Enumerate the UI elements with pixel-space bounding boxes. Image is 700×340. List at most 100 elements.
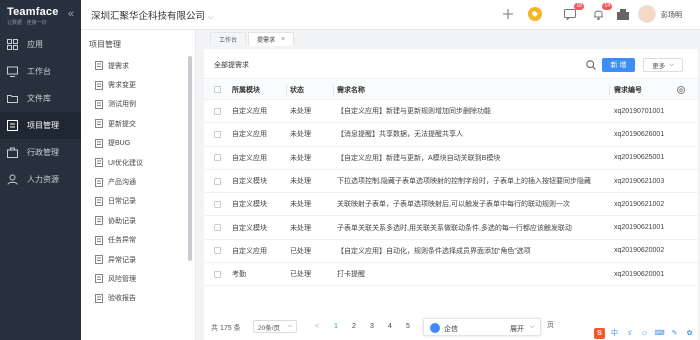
- bell-icon[interactable]: 14: [589, 3, 612, 23]
- row-checkbox[interactable]: [214, 170, 222, 192]
- header-status[interactable]: 状态: [290, 80, 334, 99]
- checkbox[interactable]: [214, 270, 221, 278]
- qixin-chat-bar[interactable]: 企信 展开 ⌵: [423, 318, 541, 336]
- company-name: 深圳汇聚华企科技有限公司: [91, 11, 206, 22]
- header-name[interactable]: 需求名称: [337, 80, 609, 99]
- cell-name[interactable]: 关联映射子表单，子表单选项映射后,可以触发子表单中每行的联动规则一次: [337, 193, 609, 215]
- sub-item-assist[interactable]: 协助记录: [81, 211, 195, 230]
- tab-workbench[interactable]: 工作台: [210, 32, 247, 46]
- org-icon[interactable]: [614, 5, 632, 23]
- nav-item-files[interactable]: 文件库: [0, 85, 81, 112]
- table-row[interactable]: 自定义模块 未处理 关联映射子表单，子表单选项映射后,可以触发子表单中每行的联动…: [204, 193, 698, 217]
- nav-item-admin[interactable]: 行政管理: [0, 139, 81, 166]
- row-checkbox[interactable]: [214, 216, 222, 238]
- header-module[interactable]: 所属模块: [232, 80, 286, 99]
- search-icon[interactable]: [586, 60, 596, 72]
- cell-module: 自定义应用: [232, 131, 267, 139]
- sub-item-label: 测试用例: [108, 101, 136, 109]
- collapse-nav-icon[interactable]: «: [68, 8, 74, 20]
- prev-page-button[interactable]: <: [315, 323, 319, 330]
- cell-name[interactable]: 【自定义应用】新建与更新规则增加同步删除功能: [337, 100, 609, 122]
- message-icon[interactable]: 18: [561, 3, 584, 23]
- sub-item-product[interactable]: 产品沟通: [81, 172, 195, 191]
- cell-name[interactable]: 【自定义应用】自动化，规则条件选择成员界面添加“角色”选项: [337, 240, 609, 262]
- user-name[interactable]: 彭场明: [661, 10, 682, 20]
- page-4[interactable]: 4: [388, 323, 392, 330]
- checkbox[interactable]: [214, 200, 221, 208]
- page-2[interactable]: 2: [352, 323, 356, 330]
- ime-keyboard-icon[interactable]: ⌨: [654, 328, 665, 339]
- select-all-checkbox[interactable]: [214, 80, 222, 99]
- table-row[interactable]: 自定义应用 已处理 【自定义应用】自动化，规则条件选择成员界面添加“角色”选项 …: [204, 240, 698, 264]
- cell-name[interactable]: 【消息提醒】共享数据，无法提醒共享人: [337, 123, 609, 145]
- checkbox[interactable]: [214, 247, 221, 255]
- add-icon[interactable]: [499, 5, 517, 23]
- expand-button[interactable]: 展开: [510, 324, 524, 334]
- nav-item-project[interactable]: 项目管理: [0, 112, 81, 139]
- table-row[interactable]: 考勤 已处理 打卡提醒 xq20190620001: [204, 263, 698, 287]
- sub-item-update[interactable]: 更新提交: [81, 114, 195, 133]
- company-switcher[interactable]: 深圳汇聚华企科技有限公司 ⌵: [91, 8, 213, 22]
- cell-name[interactable]: 【自定义应用】新建与更新，A模块自动关联到B模块: [337, 147, 609, 169]
- document-icon: [95, 177, 104, 187]
- nav-item-apps[interactable]: 应用: [0, 31, 81, 58]
- table-row[interactable]: 自定义应用 未处理 【自定义应用】新建与更新规则增加同步删除功能 xq20190…: [204, 100, 698, 124]
- cell-name[interactable]: 子表单关联关系多选时,用关联关系做联动条件,多选的每一行都应该触发联动: [337, 216, 609, 238]
- sub-item-bug[interactable]: 提BUG: [81, 134, 195, 153]
- checkbox[interactable]: [214, 177, 221, 185]
- nav-item-workbench[interactable]: 工作台: [0, 58, 81, 85]
- table-row[interactable]: 自定义应用 未处理 【自定义应用】新建与更新，A模块自动关联到B模块 xq201…: [204, 147, 698, 170]
- row-checkbox[interactable]: [214, 147, 222, 169]
- cell-number: xq20190625001: [614, 154, 665, 162]
- ime-punct-icon[interactable]: ゞ: [624, 328, 635, 339]
- ime-mode[interactable]: 中: [609, 328, 620, 339]
- page-5[interactable]: 5: [406, 323, 410, 330]
- message-badge: 18: [574, 3, 584, 10]
- row-checkbox[interactable]: [214, 263, 222, 285]
- sub-item-exception-record[interactable]: 异常记录: [81, 250, 195, 269]
- page-3[interactable]: 3: [370, 323, 374, 330]
- sub-item-requirement[interactable]: 提需求: [81, 56, 195, 75]
- checkbox[interactable]: [214, 130, 221, 138]
- sub-item-daily[interactable]: 日常记录: [81, 192, 195, 211]
- cell-name[interactable]: 下拉选项控制,隐藏子表单选项映射的控制字段时，子表单上的插入按钮要同步隐藏: [337, 170, 609, 192]
- table-row[interactable]: 自定义模块 未处理 子表单关联关系多选时,用关联关系做联动条件,多选的每一行都应…: [204, 216, 698, 240]
- checkbox[interactable]: [214, 107, 221, 115]
- scrollbar[interactable]: [188, 56, 192, 261]
- tag-icon[interactable]: [526, 5, 544, 23]
- cell-module: 自定义模块: [232, 178, 267, 186]
- sub-item-change[interactable]: 需求变更: [81, 75, 195, 94]
- row-checkbox[interactable]: [214, 100, 222, 122]
- row-checkbox[interactable]: [214, 240, 222, 262]
- top-bar: 深圳汇聚华企科技有限公司 ⌵ 18 14 彭场明: [81, 0, 700, 30]
- cell-number: xq20190621003: [614, 177, 665, 185]
- chevron-down-icon: ⌵: [287, 323, 292, 329]
- gear-icon[interactable]: [676, 85, 686, 97]
- row-checkbox[interactable]: [214, 123, 222, 145]
- checkbox[interactable]: [214, 86, 221, 93]
- checkbox[interactable]: [214, 154, 221, 162]
- page-1[interactable]: 1: [334, 323, 338, 330]
- sub-item-testcase[interactable]: 测试用例: [81, 95, 195, 114]
- sub-item-acceptance[interactable]: 验收报告: [81, 289, 195, 308]
- ime-skin-icon[interactable]: ✿: [684, 328, 695, 339]
- close-icon[interactable]: ×: [281, 36, 285, 43]
- cell-status: 未处理: [290, 201, 311, 209]
- add-button[interactable]: 新 增: [602, 58, 635, 72]
- page-size-select[interactable]: 20条/页 ⌵: [253, 320, 297, 333]
- ime-logo-icon[interactable]: S: [594, 327, 605, 339]
- ime-handwrite-icon[interactable]: ✎: [669, 328, 680, 339]
- ime-emoji-icon[interactable]: ☺: [639, 328, 650, 339]
- sub-item-risk[interactable]: 风险管理: [81, 269, 195, 288]
- tab-requirement[interactable]: 提需求 ×: [248, 32, 295, 46]
- sub-item-ui[interactable]: UI优化建议: [81, 153, 195, 172]
- row-checkbox[interactable]: [214, 193, 222, 215]
- sub-item-task-exception[interactable]: 任务异常: [81, 231, 195, 250]
- table-row[interactable]: 自定义应用 未处理 【消息提醒】共享数据，无法提醒共享人 xq201906260…: [204, 123, 698, 147]
- cell-name[interactable]: 打卡提醒: [337, 263, 609, 285]
- checkbox[interactable]: [214, 224, 221, 232]
- nav-item-hr[interactable]: 人力资源: [0, 166, 81, 193]
- more-button[interactable]: 更多 ⌵: [643, 58, 683, 72]
- avatar[interactable]: [638, 5, 656, 23]
- table-row[interactable]: 自定义模块 未处理 下拉选项控制,隐藏子表单选项映射的控制字段时，子表单上的插入…: [204, 170, 698, 194]
